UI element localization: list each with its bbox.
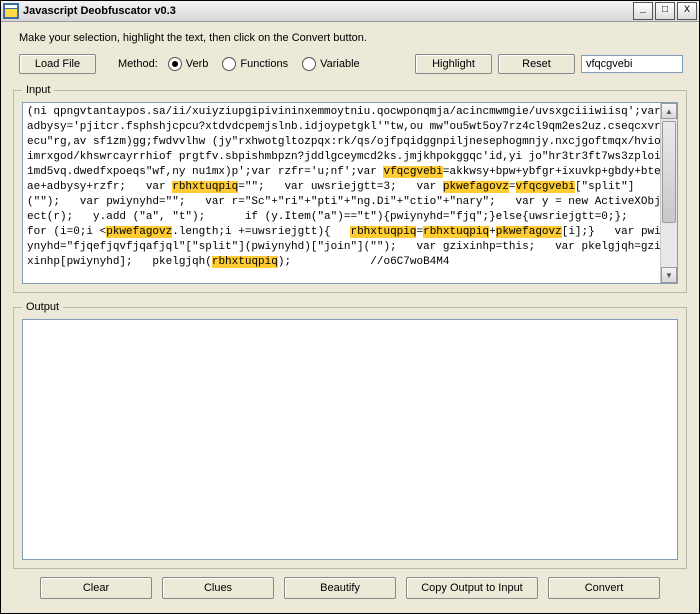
input-fieldset: Input (ni qpngvtantaypos.sa/ii/xuiyziupg… [13,84,687,293]
copy-output-button[interactable]: Copy Output to Input [406,577,538,599]
close-button[interactable]: X [677,2,697,20]
clear-button[interactable]: Clear [40,577,152,599]
convert-button[interactable]: Convert [548,577,660,599]
scroll-track[interactable] [661,119,677,267]
radio-dot-icon [222,57,236,71]
scroll-thumb[interactable] [662,121,676,223]
highlight-span: pkwefagovz [496,226,562,238]
beautify-button[interactable]: Beautify [284,577,396,599]
output-fieldset: Output [13,301,687,569]
radio-verb[interactable]: Verb [168,57,209,71]
app-icon [3,3,19,19]
app-window: Javascript Deobfuscator v0.3 _ □ X Make … [0,0,700,614]
search-input[interactable] [581,55,683,73]
instruction-text: Make your selection, highlight the text,… [19,32,689,44]
input-legend: Input [22,84,54,96]
reset-button[interactable]: Reset [498,54,575,74]
clues-button[interactable]: Clues [162,577,274,599]
input-textarea[interactable]: (ni qpngvtantaypos.sa/ii/xuiyziupgipivin… [22,102,678,284]
output-textarea[interactable] [22,319,678,560]
highlight-span: rbhxtuqpiq [423,226,489,238]
radio-dot-icon [302,57,316,71]
highlight-span: pkwefagovz [106,226,172,238]
input-code: (ni qpngvtantaypos.sa/ii/xuiyziupgipivin… [23,103,677,272]
toolbar: Load File Method: Verb Functions Variabl… [19,54,683,74]
radio-functions[interactable]: Functions [222,57,288,71]
bottom-toolbar: Clear Clues Beautify Copy Output to Inpu… [11,569,689,605]
load-file-button[interactable]: Load File [19,54,96,74]
scroll-down-icon[interactable]: ▼ [661,267,677,283]
scrollbar[interactable]: ▲ ▼ [660,103,677,283]
highlight-span: rbhxtuqpiq [172,181,238,193]
radio-variable[interactable]: Variable [302,57,360,71]
window-body: Make your selection, highlight the text,… [1,22,699,613]
maximize-button[interactable]: □ [655,2,675,20]
radio-variable-label: Variable [320,58,360,70]
highlight-span: vfqcgvebi [383,166,442,178]
titlebar: Javascript Deobfuscator v0.3 _ □ X [1,1,699,22]
window-title: Javascript Deobfuscator v0.3 [23,5,631,17]
highlight-span: pkwefagovz [443,181,509,193]
radio-dot-icon [168,57,182,71]
highlight-span: vfqcgvebi [516,181,575,193]
output-legend: Output [22,301,63,313]
minimize-button[interactable]: _ [633,2,653,20]
radio-functions-label: Functions [240,58,288,70]
highlight-span: rbhxtuqpiq [212,256,278,268]
highlight-span: rbhxtuqpiq [350,226,416,238]
radio-verb-label: Verb [186,58,209,70]
highlight-button[interactable]: Highlight [415,54,492,74]
method-label: Method: [118,58,158,70]
scroll-up-icon[interactable]: ▲ [661,103,677,119]
